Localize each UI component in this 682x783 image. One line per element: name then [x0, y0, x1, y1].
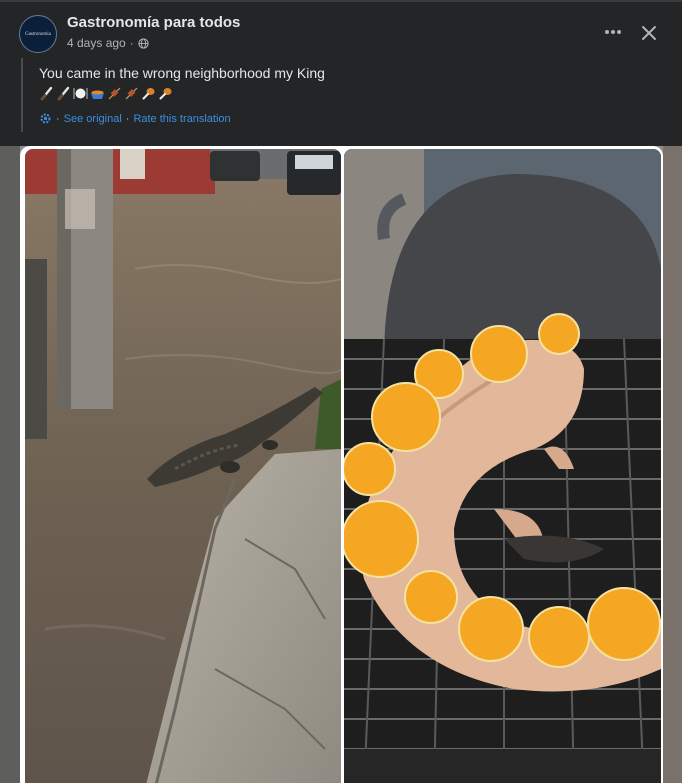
knife-icon: [57, 86, 70, 101]
meat-skewer-icon: [108, 87, 121, 100]
translation-separator: ·: [125, 112, 130, 125]
poultry-leg-icon: [159, 88, 172, 100]
avatar-logo-text: Gastronomia: [25, 31, 51, 37]
meat-skewer-icon: [125, 87, 138, 100]
post-card: Gastronomia Gastronomía para todos 4 day…: [0, 0, 682, 783]
see-original-link[interactable]: See original: [64, 113, 122, 125]
gear-icon: [40, 113, 51, 124]
post-caption: You came in the wrong neighborhood my Ki…: [39, 65, 325, 81]
translation-separator: ·: [56, 112, 60, 125]
translation-row: · See original · Rate this translation: [39, 112, 231, 125]
grilled-crocodile-illustration: [344, 149, 661, 783]
globe-icon: [138, 37, 149, 49]
rate-translation-link[interactable]: Rate this translation: [133, 113, 230, 125]
photo-grilled-crocodile: [344, 149, 661, 783]
emoji-row: [39, 86, 173, 101]
more-options-icon: [605, 30, 621, 34]
flooded-street-illustration: [25, 149, 341, 783]
avatar[interactable]: Gastronomia: [19, 15, 57, 53]
photo-backdrop-right: [663, 146, 682, 783]
photo-flooded-street: [25, 149, 341, 783]
meta-separator: ·: [129, 36, 134, 50]
poultry-leg-icon: [142, 88, 155, 100]
close-button[interactable]: [636, 20, 662, 46]
post-meta: 4 days ago ·: [67, 36, 149, 50]
close-icon: [642, 26, 656, 40]
photo-backdrop-left: [0, 146, 20, 783]
more-options-button[interactable]: [600, 22, 626, 42]
quote-bar: [21, 58, 23, 132]
knife-icon: [40, 86, 53, 101]
page-name-link[interactable]: Gastronomía para todos: [67, 14, 240, 31]
timestamp[interactable]: 4 days ago: [67, 36, 126, 50]
post-photo[interactable]: [20, 146, 663, 783]
plate-cutlery-icon: [73, 88, 88, 99]
pot-of-food-icon: [91, 90, 104, 99]
post-header: Gastronomia Gastronomía para todos 4 day…: [0, 0, 682, 146]
